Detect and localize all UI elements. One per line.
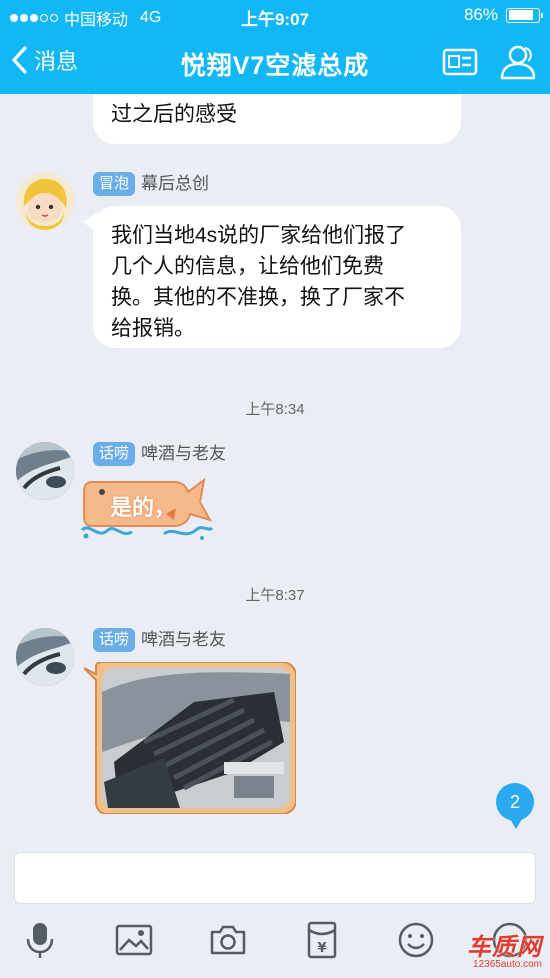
message-line: 换。其他的不准换，换了厂家不 (111, 286, 405, 309)
cartoon-avatar-icon (16, 172, 74, 230)
group-card-icon[interactable] (440, 42, 480, 82)
microphone-icon[interactable] (20, 920, 60, 960)
sender-name[interactable]: 啤酒与老友 (141, 442, 226, 466)
timestamp: 上午8:37 (245, 587, 305, 604)
message-bubble[interactable]: 我们当地4s说的厂家给他们报了 几个人的信息，让给他们免费 换。其他的不准换，换… (93, 206, 461, 348)
watermark-brand: 车质网 (467, 934, 542, 961)
fish-sticker-bubble[interactable]: 是的， (78, 474, 216, 542)
top-bar: 中国移动 4G 上午9:07 86% 消息 悦翔V7空滤总成 (0, 0, 550, 94)
image-icon[interactable] (114, 920, 154, 960)
watermark: 车质网 12365auto.com (467, 927, 542, 970)
group-members-icon[interactable] (498, 42, 538, 82)
member-badge: 冒泡 (93, 172, 136, 196)
navigation-bar: 消息 悦翔V7空滤总成 (0, 32, 550, 94)
watermark-url: 12365auto.com (473, 959, 542, 970)
message-line: 我们当地4s说的厂家给他们报了 (111, 224, 407, 247)
member-badge: 话唠 (93, 628, 136, 652)
status-bar: 中国移动 4G 上午9:07 86% (0, 0, 550, 32)
message-line: 几个人的信息，让给他们免费 (111, 255, 384, 278)
message-text: 是的， (110, 495, 177, 520)
unread-count-badge[interactable]: 2 (496, 783, 534, 829)
avatar[interactable] (16, 172, 74, 230)
timestamp: 上午8:34 (245, 401, 305, 418)
emoji-icon[interactable] (396, 920, 436, 960)
air-filter-photo-icon (83, 661, 297, 815)
red-packet-icon[interactable]: ¥ (302, 920, 342, 960)
image-message[interactable] (83, 661, 297, 815)
message-text: 过之后的感受 (111, 103, 237, 126)
message-line: 给报销。 (111, 317, 195, 340)
car-photo-avatar-icon (16, 628, 74, 686)
svg-text:¥: ¥ (317, 941, 326, 956)
avatar[interactable] (16, 442, 74, 500)
battery-icon (506, 7, 543, 23)
camera-icon[interactable] (208, 920, 248, 960)
car-photo-avatar-icon (16, 442, 74, 500)
sender-name[interactable]: 幕后总创 (141, 172, 209, 196)
avatar[interactable] (16, 628, 74, 686)
battery-percent: 86% (463, 5, 498, 24)
message-input[interactable] (14, 852, 536, 904)
sender-name[interactable]: 啤酒与老友 (141, 628, 226, 652)
member-badge: 话唠 (93, 442, 136, 466)
